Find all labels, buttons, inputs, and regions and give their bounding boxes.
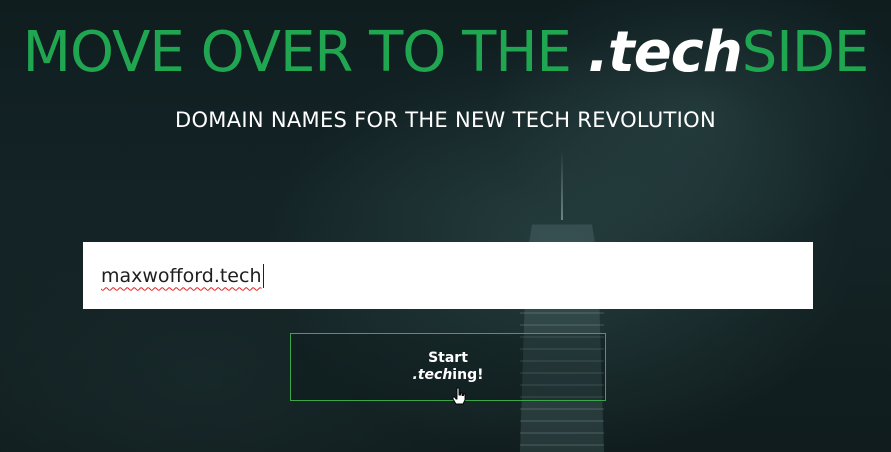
- hand-pointer-icon: [452, 387, 466, 405]
- start-button-suffix: ing!: [452, 367, 484, 383]
- page-headline: MOVE OVER TO THE .techSIDE: [0, 18, 891, 88]
- headline-tld: .tech: [587, 20, 743, 85]
- start-button-line2: .teching!: [413, 367, 484, 384]
- start-button-tld: .tech: [412, 367, 453, 383]
- page-subtitle: DOMAIN NAMES FOR THE NEW TECH REVOLUTION: [175, 108, 716, 132]
- tower-spire: [561, 150, 563, 220]
- headline-suffix: SIDE: [741, 20, 870, 85]
- domain-search-input[interactable]: maxwofford.tech: [83, 242, 813, 309]
- headline-prefix: MOVE OVER TO THE: [22, 20, 588, 85]
- text-caret: [263, 263, 265, 288]
- start-button-line1: Start: [428, 350, 468, 366]
- start-teching-button[interactable]: Start .teching!: [290, 333, 606, 401]
- domain-search-value: maxwofford.tech: [101, 264, 262, 287]
